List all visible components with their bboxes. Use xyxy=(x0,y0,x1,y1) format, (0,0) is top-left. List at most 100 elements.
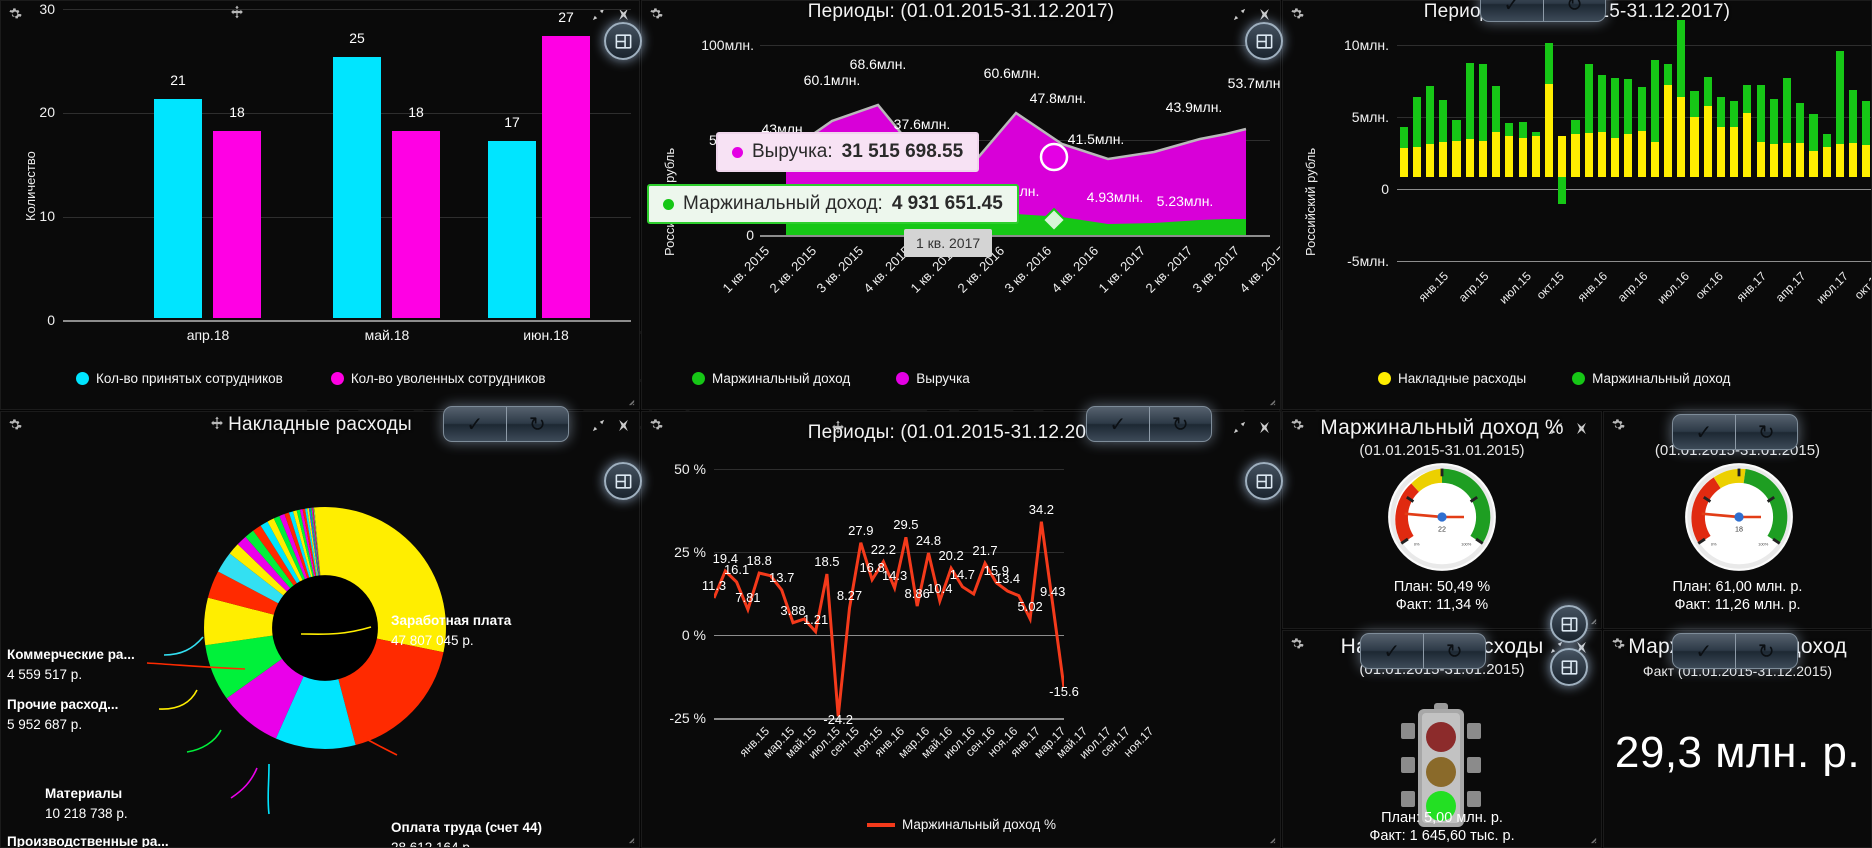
overheads-bar-green[interactable] xyxy=(1637,87,1646,131)
overheads-bar-yellow[interactable] xyxy=(1677,97,1686,177)
floating-toolbar-top-right[interactable]: ✓ ↻ xyxy=(1480,0,1606,22)
legend-item-overheads[interactable]: Накладные расходы xyxy=(1378,371,1526,386)
overheads-bar-green[interactable] xyxy=(1849,90,1858,143)
overheads-bar-green[interactable] xyxy=(1862,101,1871,146)
overheads-bar-green[interactable] xyxy=(1703,77,1712,106)
staff-bar-dismissed-3[interactable] xyxy=(542,36,590,318)
refresh-button[interactable]: ↻ xyxy=(507,407,569,441)
resize-grip-icon[interactable] xyxy=(1262,392,1276,406)
panel-gauge-margin-corner-icons[interactable] xyxy=(1549,421,1589,436)
panel-staff-chart[interactable]: Количество 30 20 10 0 21 18 апр.18 25 18… xyxy=(0,0,640,410)
resize-grip-icon[interactable] xyxy=(621,392,635,406)
overheads-bar-green[interactable] xyxy=(1425,86,1435,145)
hud-widget-icon-2[interactable] xyxy=(1245,22,1283,60)
overheads-bar-green[interactable] xyxy=(1492,86,1501,132)
overheads-bar-green[interactable] xyxy=(1756,85,1765,142)
staff-bar-accepted-1[interactable] xyxy=(154,99,202,318)
close-icon[interactable] xyxy=(1257,420,1272,435)
resize-grip-icon[interactable] xyxy=(1262,830,1276,844)
resize-grip-icon[interactable] xyxy=(621,830,635,844)
overheads-bar-yellow[interactable] xyxy=(1412,146,1421,177)
apply-button-5[interactable]: ✓ xyxy=(1673,634,1736,668)
staff-bar-accepted-3[interactable] xyxy=(488,141,536,318)
overheads-bar-yellow[interactable] xyxy=(1756,141,1765,177)
overheads-bar-green[interactable] xyxy=(1558,177,1567,204)
overheads-bar-yellow[interactable] xyxy=(1796,142,1805,177)
overheads-bar-yellow[interactable] xyxy=(1544,83,1554,177)
overheads-bar-yellow[interactable] xyxy=(1730,127,1739,177)
refresh-button-2[interactable]: ↻ xyxy=(1150,407,1212,441)
refresh-button-4[interactable]: ↻ xyxy=(1736,415,1798,449)
overheads-bar-yellow[interactable] xyxy=(1782,143,1792,177)
overheads-bar-yellow[interactable] xyxy=(1690,117,1699,177)
move-icon[interactable] xyxy=(831,420,845,434)
close-icon[interactable] xyxy=(1574,421,1589,436)
apply-button-4[interactable]: ✓ xyxy=(1673,415,1736,449)
overheads-bar-yellow[interactable] xyxy=(1637,130,1646,177)
overheads-bar-yellow[interactable] xyxy=(1809,150,1818,177)
overheads-bar-green[interactable] xyxy=(1624,78,1633,135)
apply-button-6[interactable]: ✓ xyxy=(1361,634,1424,668)
overheads-bar-green[interactable] xyxy=(1544,42,1554,84)
overheads-bar-yellow[interactable] xyxy=(1492,131,1501,177)
hud-widget-icon-5[interactable] xyxy=(1550,648,1588,686)
staff-bar-dismissed-1[interactable] xyxy=(213,131,261,318)
overheads-bar-yellow[interactable] xyxy=(1478,140,1488,177)
overheads-bar-green[interactable] xyxy=(1677,19,1686,98)
floating-toolbar-kpi[interactable]: ✓ ↻ xyxy=(1672,633,1798,669)
overheads-bar-yellow[interactable] xyxy=(1849,142,1858,177)
hud-widget-icon-6[interactable] xyxy=(1550,605,1588,643)
legend-item-revenue[interactable]: Выручка xyxy=(896,371,970,386)
overheads-bar-green[interactable] xyxy=(1399,126,1408,148)
overheads-bar-green[interactable] xyxy=(1571,119,1580,135)
staff-bar-accepted-2[interactable] xyxy=(333,57,381,318)
floating-toolbar-gauge[interactable]: ✓ ↻ xyxy=(1672,414,1798,450)
overheads-bar-green[interactable] xyxy=(1412,97,1421,147)
overheads-bar-yellow[interactable] xyxy=(1425,144,1435,177)
gear-icon[interactable] xyxy=(1290,637,1304,651)
overheads-bar-yellow[interactable] xyxy=(1571,134,1580,177)
overheads-bar-green[interactable] xyxy=(1531,131,1540,136)
expand-icon[interactable] xyxy=(1232,420,1247,435)
hud-widget-icon-1[interactable] xyxy=(604,22,642,60)
overheads-bar-yellow[interactable] xyxy=(1518,137,1527,177)
gear-icon[interactable] xyxy=(1290,418,1304,432)
legend-item-margin[interactable]: Маржинальный доход xyxy=(692,371,850,386)
overheads-bar-yellow[interactable] xyxy=(1597,131,1607,177)
overheads-bar-yellow[interactable] xyxy=(1716,126,1726,177)
overheads-bar-green[interactable] xyxy=(1452,119,1461,141)
revenue-point-marker[interactable] xyxy=(1039,142,1069,172)
overheads-bar-green[interactable] xyxy=(1584,63,1593,134)
floating-toolbar-right[interactable]: ✓ ↻ xyxy=(1086,406,1212,442)
gear-icon[interactable] xyxy=(1611,637,1625,651)
overheads-bar-green[interactable] xyxy=(1716,97,1726,127)
overheads-bar-yellow[interactable] xyxy=(1822,146,1831,177)
overheads-bar-green[interactable] xyxy=(1518,121,1527,138)
overheads-bar-green[interactable] xyxy=(1478,63,1488,141)
overheads-bar-yellow[interactable] xyxy=(1505,135,1514,177)
overheads-bar-green[interactable] xyxy=(1597,74,1607,132)
overheads-bar-yellow[interactable] xyxy=(1624,134,1633,177)
overheads-bar-green[interactable] xyxy=(1611,77,1620,138)
overheads-bar-yellow[interactable] xyxy=(1531,135,1540,177)
gear-icon[interactable] xyxy=(1290,7,1304,21)
legend-item-accepted[interactable]: Кол-во принятых сотрудников xyxy=(76,371,283,386)
refresh-button-6[interactable]: ↻ xyxy=(1424,634,1486,668)
overheads-bar-yellow[interactable] xyxy=(1862,145,1871,177)
resize-grip-icon[interactable] xyxy=(1583,830,1597,844)
overheads-bar-green[interactable] xyxy=(1822,134,1831,147)
panel-line-corner-icons[interactable] xyxy=(1232,420,1272,435)
floating-toolbar-left[interactable]: ✓ ↻ xyxy=(443,406,569,442)
overheads-bar-yellow[interactable] xyxy=(1399,147,1408,177)
floating-toolbar-traffic[interactable]: ✓ ↻ xyxy=(1360,633,1486,669)
overheads-bar-green[interactable] xyxy=(1690,91,1699,118)
overheads-bar-yellow[interactable] xyxy=(1650,141,1659,177)
legend-item-margin-2[interactable]: Маржинальный доход xyxy=(1572,371,1730,386)
apply-button-3[interactable]: ✓ xyxy=(1481,0,1544,21)
overheads-bar-green[interactable] xyxy=(1796,103,1805,143)
overheads-bar-green[interactable] xyxy=(1835,51,1845,145)
apply-button-2[interactable]: ✓ xyxy=(1087,407,1150,441)
overheads-bar-yellow[interactable] xyxy=(1558,135,1567,177)
apply-button[interactable]: ✓ xyxy=(444,407,507,441)
overheads-bar-green[interactable] xyxy=(1439,99,1448,142)
